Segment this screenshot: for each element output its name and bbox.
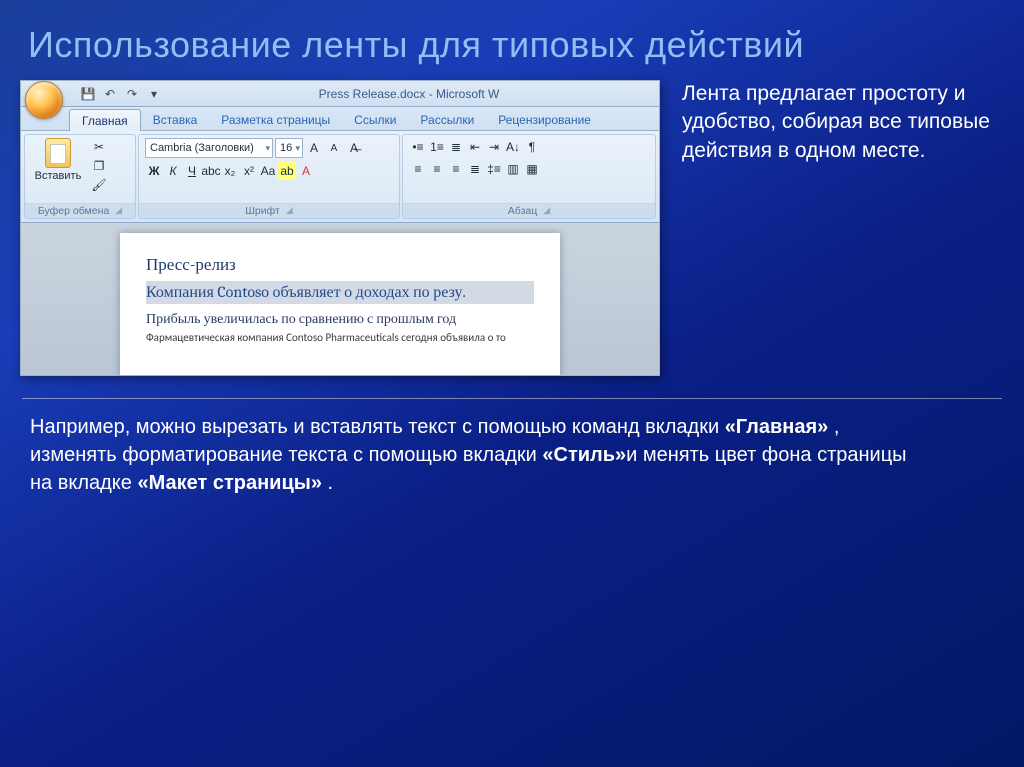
doc-heading-2: Компания Contoso объявляет о доходах по … [146,283,534,302]
italic-icon[interactable]: К [164,162,182,180]
multilevel-icon[interactable]: ≣ [447,138,465,156]
bt1: Например, можно вырезать и вставлять тек… [30,416,725,438]
copy-icon[interactable]: ❐ [89,157,109,175]
dialog-launcher-icon[interactable]: ◢ [115,205,122,217]
underline-icon[interactable]: Ч [183,162,201,180]
group-clipboard: Вставить ✂ ❐ 🖌 Буфер обмена ◢ [24,134,136,219]
align-left-icon[interactable]: ≡ [409,160,427,178]
doc-body-text: Фармацевтическая компания Contoso Pharma… [146,331,534,344]
paste-button[interactable]: Вставить [31,138,85,182]
font-group-label: Шрифт [245,205,280,217]
bt-b2: «Стиль» [542,444,626,466]
tab-mailings[interactable]: Рассылки [408,109,486,130]
show-marks-icon[interactable]: ¶ [523,138,541,156]
redo-icon[interactable]: ↷ [123,85,141,103]
dialog-launcher-icon[interactable]: ◢ [543,205,550,217]
numbering-icon[interactable]: 1≡ [428,138,446,156]
sort-icon[interactable]: A↓ [504,138,522,156]
cut-icon[interactable]: ✂ [89,138,109,156]
qat-more-icon[interactable]: ▾ [145,85,163,103]
ribbon-tabs: Главная Вставка Разметка страницы Ссылки… [21,107,659,131]
slide-content: 💾 ↶ ↷ ▾ Press Release.docx - Microsoft W… [0,80,1024,376]
grow-font-icon[interactable]: A [305,139,323,157]
font-size-combo[interactable]: 16 [275,138,303,158]
tab-insert[interactable]: Вставка [141,109,210,130]
paste-label: Вставить [35,170,82,182]
document-page[interactable]: Пресс-релиз Компания Contoso объявляет о… [120,233,560,375]
doc-heading-1: Пресс-релиз [146,255,534,275]
strike-icon[interactable]: abc [202,162,220,180]
clipboard-group-label: Буфер обмена [38,205,109,217]
tab-references[interactable]: Ссылки [342,109,408,130]
office-button-icon[interactable] [25,81,63,119]
bold-icon[interactable]: Ж [145,162,163,180]
group-paragraph: •≡ 1≡ ≣ ⇤ ⇥ A↓ ¶ ≡ ≡ ≡ ≣ [402,134,656,219]
side-caption: Лента предлагает простоту и удобство, со… [682,80,1002,165]
save-icon[interactable]: 💾 [79,85,97,103]
clear-format-icon[interactable]: A̶ [345,139,363,157]
word-titlebar: 💾 ↶ ↷ ▾ Press Release.docx - Microsoft W [21,81,659,107]
tab-page-layout[interactable]: Разметка страницы [209,109,342,130]
bt-b1: «Главная» [725,416,829,438]
group-font: Cambria (Заголовки) 16 A A A̶ Ж К Ч abc … [138,134,400,219]
line-spacing-icon[interactable]: ‡≡ [485,160,503,178]
indent-dec-icon[interactable]: ⇤ [466,138,484,156]
paragraph-group-label: Абзац [508,205,537,217]
quick-access-toolbar: 💾 ↶ ↷ ▾ [79,85,163,103]
shrink-font-icon[interactable]: A [325,139,343,157]
font-color-icon[interactable]: A [297,162,315,180]
bottom-caption: Например, можно вырезать и вставлять тек… [0,399,960,497]
word-screenshot: 💾 ↶ ↷ ▾ Press Release.docx - Microsoft W… [20,80,660,376]
document-area: Пресс-релиз Компания Contoso объявляет о… [21,223,659,375]
borders-icon[interactable]: ▦ [523,160,541,178]
highlight-icon[interactable]: ab [278,162,296,180]
bt-b3: «Макет страницы» [137,472,322,494]
tab-home[interactable]: Главная [69,109,141,131]
shading-icon[interactable]: ▥ [504,160,522,178]
doc-heading-3: Прибыль увеличилась по сравнению с прошл… [146,310,534,328]
justify-icon[interactable]: ≣ [466,160,484,178]
format-painter-icon[interactable]: 🖌 [89,176,109,194]
superscript-icon[interactable]: x² [240,162,258,180]
presentation-slide: Использование ленты для типовых действий… [0,0,1024,767]
indent-inc-icon[interactable]: ⇥ [485,138,503,156]
align-center-icon[interactable]: ≡ [428,160,446,178]
undo-icon[interactable]: ↶ [101,85,119,103]
tab-review[interactable]: Рецензирование [486,109,603,130]
dialog-launcher-icon[interactable]: ◢ [286,205,293,217]
slide-title: Использование ленты для типовых действий [0,0,1024,80]
bullets-icon[interactable]: •≡ [409,138,427,156]
font-name-combo[interactable]: Cambria (Заголовки) [145,138,273,158]
ribbon: Вставить ✂ ❐ 🖌 Буфер обмена◢ Cambria (За [21,131,659,223]
bt4: . [322,472,333,494]
change-case-icon[interactable]: Aa [259,162,277,180]
subscript-icon[interactable]: x₂ [221,162,239,180]
window-title: Press Release.docx - Microsoft W [169,87,659,101]
paste-icon [45,138,71,168]
align-right-icon[interactable]: ≡ [447,160,465,178]
